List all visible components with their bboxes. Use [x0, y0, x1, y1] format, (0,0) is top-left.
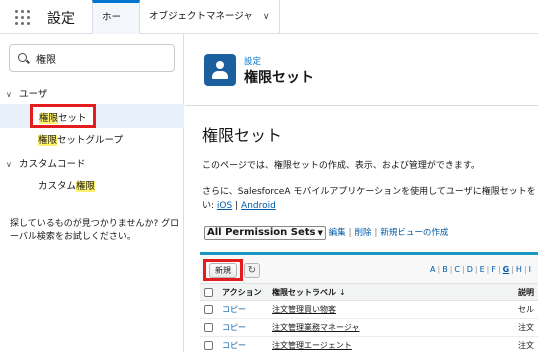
alpha-letter[interactable]: F — [491, 265, 496, 274]
label-cell: 注文管理業務マネージャ — [268, 318, 514, 337]
list-view: 新規 ↻ A | B | C | D | E | F | G | H | I アクション 権限セットラベル ↓ 説… — [200, 252, 538, 352]
sidebar-item-permission-set-groups[interactable]: 権限セットグループ — [38, 132, 123, 146]
alpha-filter: A | B | C | D | E | F | G | H | I — [430, 265, 531, 274]
action-cell: コピー — [218, 318, 268, 337]
chevron-down-icon[interactable]: ∨ — [263, 0, 270, 34]
description-line-3: い: iOS | Android — [202, 198, 276, 211]
description-cell: 注文 — [514, 336, 538, 352]
select-all-checkbox[interactable] — [204, 287, 213, 297]
view-select[interactable]: All Permission Sets ▼ — [204, 226, 326, 240]
label-cell: 注文管理エージェント — [268, 336, 514, 352]
sidebar-help-text: 探しているものが見つかりませんか? グローバル検索をお試しください。 — [10, 219, 180, 242]
description-line-2: さらに、SalesforceA モバイルアプリケーションを使用してユーザに権限セ… — [202, 187, 536, 197]
alpha-letter[interactable]: B — [442, 265, 448, 274]
chevron-down-icon[interactable]: ∨ — [6, 160, 16, 169]
tree-section-label: カスタムコード — [19, 159, 86, 170]
row-checkbox[interactable] — [204, 341, 213, 350]
search-highlight: 権限 — [38, 135, 58, 146]
content-panel: 権限セット このページでは、権限セットの作成、表示、および管理ができます。 さら… — [185, 106, 538, 352]
description-line-1: このページでは、権限セットの作成、表示、および管理ができます。 — [202, 161, 480, 171]
new-view-link[interactable]: 新規ビューの作成 — [380, 228, 448, 238]
android-link[interactable]: Android — [241, 201, 276, 211]
user-icon — [204, 54, 236, 86]
quick-find-box[interactable] — [9, 44, 175, 72]
tab-object-manager[interactable]: オブジェクトマネージャ ∨ — [140, 0, 280, 34]
tab-object-manager-label: オブジェクトマネージャ — [149, 11, 253, 22]
copy-link[interactable]: コピー — [222, 341, 246, 350]
copy-link[interactable]: コピー — [222, 305, 246, 314]
content-title: 権限セット — [202, 126, 283, 145]
row-checkbox[interactable] — [204, 323, 213, 332]
top-bar: 設定 ホーム オブジェクトマネージャ ∨ — [0, 0, 538, 53]
sidebar-item-custom-permissions[interactable]: カスタム権限 — [38, 178, 96, 192]
action-cell: コピー — [218, 300, 268, 319]
permission-set-link[interactable]: 注文管理買い物客 — [272, 305, 336, 314]
search-highlight: 権限 — [39, 113, 59, 124]
breadcrumb: 設定 — [244, 57, 262, 67]
tree-section-users[interactable]: ∨ ユーザ — [6, 86, 47, 100]
alpha-letter[interactable]: H — [516, 265, 522, 274]
sidebar-item-label: セット — [58, 113, 87, 124]
edit-view-link[interactable]: 編集 — [329, 228, 346, 238]
link-separator: | — [235, 201, 239, 211]
sort-arrow-icon: ↓ — [339, 287, 346, 297]
main-area: 設定 権限セット 権限セット このページでは、権限セットの作成、表示、および管理… — [185, 34, 538, 352]
alpha-letter[interactable]: I — [529, 265, 531, 274]
description-cell: セル — [514, 300, 538, 319]
quick-find-input[interactable] — [36, 51, 166, 66]
row-checkbox-cell — [200, 318, 218, 337]
new-button[interactable]: 新規 — [209, 263, 237, 278]
chevron-down-icon[interactable]: ∨ — [6, 90, 16, 99]
view-controls: All Permission Sets ▼ 編集 | 削除 | 新規ビューの作成 — [204, 226, 448, 240]
tab-home[interactable]: ホーム — [92, 0, 140, 53]
setup-sidebar: ∨ ユーザ 権限セット 権限セットグループ ∨ カスタムコード カスタム権限 探… — [0, 34, 184, 352]
delete-view-link[interactable]: 削除 — [354, 228, 371, 238]
sidebar-item-permission-sets[interactable]: 権限セット — [30, 104, 96, 128]
app-name: 設定 — [47, 11, 75, 27]
page-header: 設定 権限セット — [185, 34, 538, 106]
app-launcher-icon[interactable] — [15, 10, 31, 26]
sidebar-item-label: セットグループ — [57, 135, 123, 146]
alpha-letter[interactable]: A — [430, 265, 435, 274]
permission-set-link[interactable]: 注文管理業務マネージャ — [272, 323, 359, 332]
column-header-description[interactable]: 説明 — [514, 283, 538, 301]
list-toolbar: 新規 ↻ A | B | C | D | E | F | G | H | I — [200, 255, 538, 283]
separator: | — [374, 228, 378, 238]
table-header-row: アクション 権限セットラベル ↓ 説明 — [200, 283, 538, 301]
alpha-letter[interactable]: D — [467, 265, 473, 274]
table-row: コピー 注文管理買い物客 セル — [200, 300, 538, 319]
search-highlight: 権限 — [76, 181, 96, 192]
column-header-label[interactable]: 権限セットラベル ↓ — [268, 283, 514, 301]
table-row: コピー 注文管理業務マネージャ 注文 — [200, 318, 538, 337]
description-prefix: い: — [202, 201, 215, 211]
alpha-letter[interactable]: C — [454, 265, 460, 274]
tree-section-label: ユーザ — [19, 89, 48, 100]
copy-link[interactable]: コピー — [222, 323, 246, 332]
separator: | — [348, 228, 352, 238]
row-checkbox-cell — [200, 300, 218, 319]
description-cell: 注文 — [514, 318, 538, 337]
label-cell: 注文管理買い物客 — [268, 300, 514, 319]
tree-section-custom-code[interactable]: ∨ カスタムコード — [6, 156, 86, 170]
chevron-down-icon: ▼ — [317, 229, 323, 237]
page-title: 権限セット — [244, 70, 314, 86]
column-header-label-text: 権限セットラベル — [272, 287, 336, 297]
select-all-cell — [200, 283, 218, 301]
column-header-action: アクション — [218, 283, 268, 301]
view-select-value: All Permission Sets — [207, 227, 316, 238]
refresh-icon[interactable]: ↻ — [244, 263, 260, 278]
alpha-letter-current[interactable]: G — [503, 265, 510, 274]
permission-set-link[interactable]: 注文管理エージェント — [272, 341, 352, 350]
sidebar-item-label: カスタム — [38, 181, 77, 192]
table-row: コピー 注文管理エージェント 注文 — [200, 336, 538, 352]
ios-link[interactable]: iOS — [217, 201, 232, 211]
search-icon — [18, 53, 27, 62]
row-checkbox-cell — [200, 336, 218, 352]
alpha-letter[interactable]: E — [480, 265, 485, 274]
permission-sets-table: アクション 権限セットラベル↓ 説明 コピー 注文管理買い物客 セル コピー — [200, 283, 538, 352]
action-cell: コピー — [218, 336, 268, 352]
row-checkbox[interactable] — [204, 305, 213, 314]
